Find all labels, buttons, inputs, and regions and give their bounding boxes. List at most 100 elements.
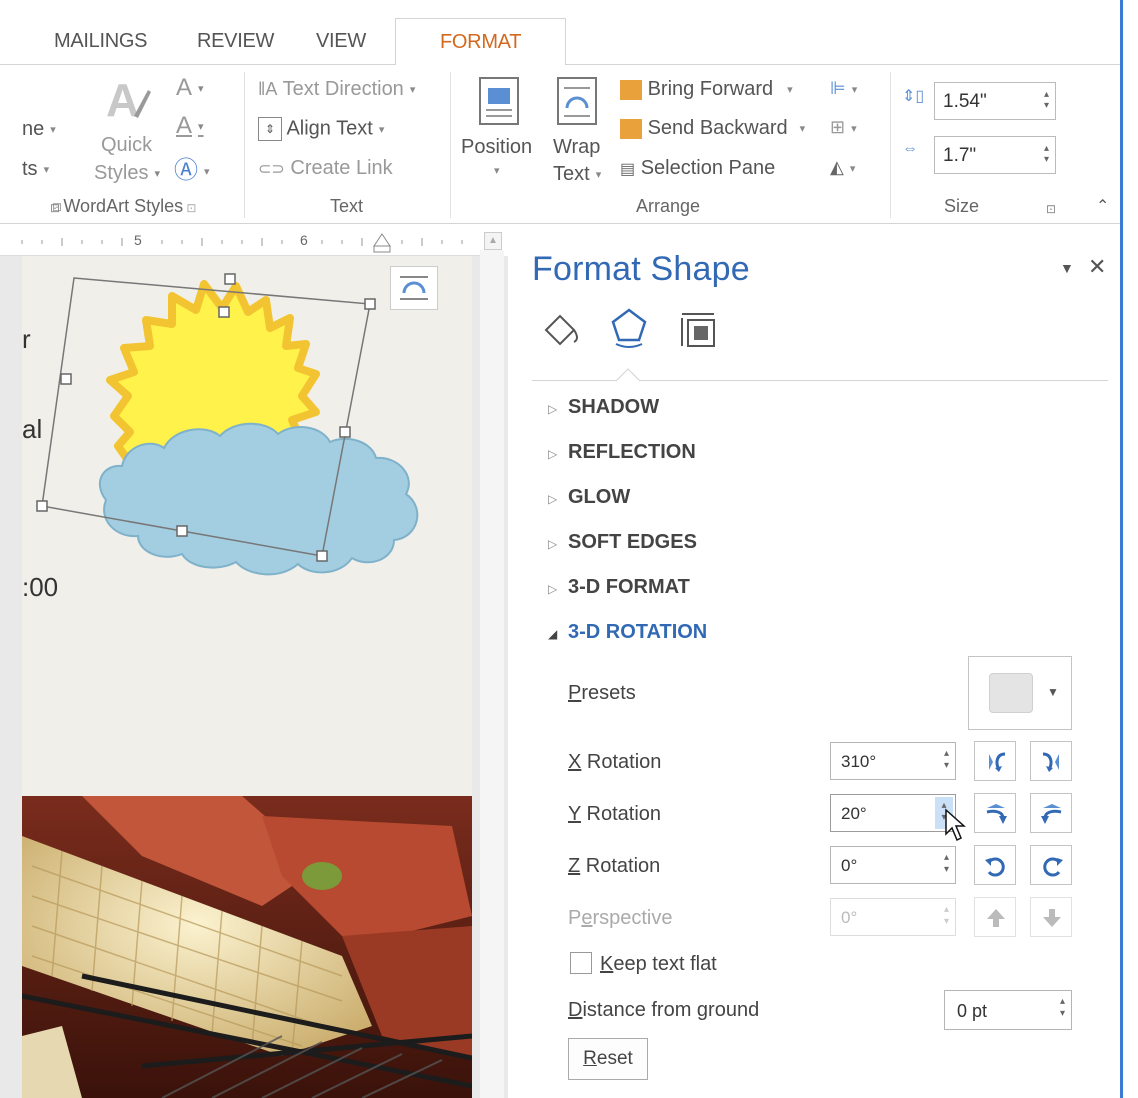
group-separator <box>890 72 891 218</box>
chevron-down-icon: ▼ <box>1047 685 1059 699</box>
text-direction-button[interactable]: ‖A Text Direction ▾ <box>258 78 415 101</box>
perspective-input[interactable]: 0° ▴ ▾ <box>830 898 956 936</box>
ribbon-tab-bar: MAILINGS REVIEW VIEW FORMAT <box>0 0 1138 65</box>
effects-icon[interactable] <box>608 306 650 355</box>
section-shadow[interactable]: ▷ SHADOW <box>548 396 659 419</box>
distance-from-ground-label: Distance from ground <box>568 999 760 1021</box>
layout-options-icon[interactable] <box>390 266 438 310</box>
y-rotation-label: Y Rotation <box>568 803 662 825</box>
rotate-left-icon <box>989 752 1006 772</box>
grill-photo <box>22 796 472 1098</box>
y-rotate-down-button[interactable] <box>1030 793 1072 833</box>
perspective-spinner[interactable]: ▴ ▾ <box>944 904 949 928</box>
pane-title: Format Shape <box>532 250 750 288</box>
quick-styles-icon[interactable]: A <box>104 74 152 131</box>
align-text-button[interactable]: ⇕ Align Text ▾ <box>258 117 384 141</box>
rotate-right-icon <box>1042 752 1059 772</box>
shape-width-icon: ⇔ <box>902 140 918 157</box>
perspective-label: Perspective <box>568 907 673 929</box>
arrow-up-icon <box>987 909 1005 927</box>
cut-ribbon-item[interactable]: ne ▾ <box>22 118 56 141</box>
section-glow[interactable]: ▷ GLOW <box>548 486 630 509</box>
x-rotation-input[interactable]: 310° ▴ ▾ <box>830 742 956 780</box>
section-3d-rotation[interactable]: ◢ 3-D ROTATION <box>548 621 707 644</box>
position-dropdown-icon[interactable]: ▾ <box>494 164 500 177</box>
text-effects-icon[interactable]: Ⓐ ▾ <box>174 150 210 185</box>
bring-forward-button[interactable]: Bring Forward ▾ <box>620 78 793 101</box>
rotate-down-icon <box>1041 804 1062 824</box>
wrap-text-icon[interactable] <box>556 76 598 131</box>
z-rotation-input[interactable]: 0° ▴ ▾ <box>830 846 956 884</box>
tab-mailings[interactable]: MAILINGS <box>54 30 147 53</box>
fill-line-icon[interactable] <box>538 310 582 355</box>
active-category-pointer-icon <box>616 368 640 382</box>
rotate-clockwise-icon <box>985 857 1005 877</box>
cut-ribbon-item[interactable]: ts ▾ <box>22 158 49 181</box>
reset-button[interactable]: Reset <box>568 1038 648 1080</box>
z-rotation-label: Z Rotation <box>568 855 661 877</box>
quick-styles-label[interactable]: Quick <box>101 134 152 157</box>
selection-pane-button[interactable]: ▤ Selection Pane <box>620 157 775 180</box>
group-separator <box>450 72 451 218</box>
group-objects-icon[interactable]: ⊞ ▾ <box>830 117 857 138</box>
keep-text-flat-checkbox[interactable] <box>570 952 592 974</box>
z-rotate-counterclockwise-button[interactable] <box>1030 845 1072 885</box>
distance-spinner[interactable]: ▴ ▾ <box>1060 996 1065 1020</box>
text-outline-icon[interactable]: A ▾ <box>176 112 204 140</box>
close-icon[interactable]: ✕ <box>1088 254 1106 280</box>
shape-width-input[interactable]: 1.7" ▴ ▾ <box>934 136 1056 174</box>
ruler-mark-6: 6 <box>300 232 308 248</box>
width-spinner[interactable]: ▴ ▾ <box>1044 143 1049 165</box>
y-rotation-input[interactable]: 20° ▴ ▾ <box>830 794 956 832</box>
x-rotate-left-button[interactable] <box>974 741 1016 781</box>
section-3d-format[interactable]: ▷ 3-D FORMAT <box>548 576 690 599</box>
tab-review[interactable]: REVIEW <box>197 30 274 53</box>
x-rotate-right-button[interactable] <box>1030 741 1072 781</box>
size-group-label: Size <box>944 196 980 216</box>
x-rotation-label: X Rotation <box>568 751 662 773</box>
format-shape-pane: Format Shape ▼ ✕ ▷ SHADOW ▷ REFLECTION ▷ GL… <box>508 226 1120 1098</box>
align-icon[interactable]: ⊫ ▾ <box>830 78 857 99</box>
keep-text-flat-label[interactable]: Keep text flat <box>600 953 717 976</box>
shape-height-input[interactable]: 1.54" ▴ ▾ <box>934 82 1056 120</box>
tab-view[interactable]: VIEW <box>316 30 366 53</box>
rotate-icon[interactable]: ◭ ▾ <box>830 157 855 178</box>
wrap-text-label[interactable]: Wrap <box>553 136 600 159</box>
quick-styles-label-2[interactable]: Styles ▾ <box>94 162 160 185</box>
send-backward-button[interactable]: Send Backward ▾ <box>620 117 805 140</box>
presets-dropdown[interactable]: ▼ <box>968 656 1072 730</box>
position-icon[interactable] <box>478 76 520 131</box>
z-rotation-spinner[interactable]: ▴ ▾ <box>944 852 949 876</box>
arrow-down-icon <box>1043 909 1061 927</box>
pane-options-icon[interactable]: ▼ <box>1060 260 1074 276</box>
size-dialog-launcher-icon[interactable]: ⊡ <box>1046 202 1056 216</box>
shape-height-icon: ⇕▯ <box>902 88 925 105</box>
mouse-cursor-icon <box>945 808 966 842</box>
collapse-ribbon-icon[interactable]: ⌃ <box>1096 196 1109 216</box>
layout-properties-icon[interactable] <box>678 308 718 355</box>
group-separator <box>244 72 245 218</box>
horizontal-ruler[interactable]: 5 6 <box>0 226 484 256</box>
arrange-group-label: Arrange <box>636 196 701 216</box>
word-window: MAILINGS REVIEW VIEW FORMAT ne ▾ ts ▾ ⊡ A … <box>0 0 1138 1098</box>
wrap-text-label-2[interactable]: Text ▾ <box>553 163 601 186</box>
y-rotate-up-button[interactable] <box>974 793 1016 833</box>
x-rotation-spinner[interactable]: ▴ ▾ <box>944 748 949 772</box>
create-link-button[interactable]: ⊂⊃ Create Link <box>258 157 393 180</box>
text-group-label: Text <box>330 196 364 216</box>
tab-format[interactable]: FORMAT <box>395 18 567 65</box>
section-reflection[interactable]: ▷ REFLECTION <box>548 441 696 464</box>
presets-label: Presets <box>568 682 636 704</box>
section-soft-edges[interactable]: ▷ SOFT EDGES <box>548 531 697 554</box>
position-label[interactable]: Position <box>461 136 532 159</box>
z-rotate-clockwise-button[interactable] <box>974 845 1016 885</box>
distance-from-ground-input[interactable]: 0 pt ▴ ▾ <box>944 990 1072 1030</box>
perspective-increase-button[interactable] <box>974 897 1016 937</box>
document-scrollbar[interactable] <box>480 250 504 1098</box>
height-spinner[interactable]: ▴ ▾ <box>1044 89 1049 111</box>
ruler-mark-5: 5 <box>134 232 142 248</box>
ruler-scroll-up-icon[interactable]: ▲ <box>484 232 502 250</box>
perspective-decrease-button[interactable] <box>1030 897 1072 937</box>
rotate-counterclockwise-icon <box>1043 857 1063 877</box>
text-fill-icon[interactable]: A ▾ <box>176 74 204 102</box>
